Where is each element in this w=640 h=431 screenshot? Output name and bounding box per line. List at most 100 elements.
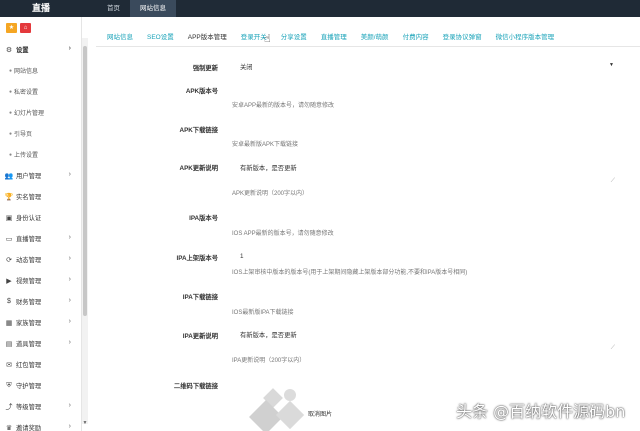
brand-logo[interactable]: 直播 [0,0,82,17]
apk-desc-label: APK更新说明 [179,165,218,172]
force-update-label: 强制更新 [192,65,218,72]
sidebar-sub-upload[interactable]: ● 上传设置 [0,144,81,165]
sidebar-item-realname[interactable]: 🏆 实名管理 [0,186,81,207]
force-update-select[interactable]: 关闭 ▼ [232,60,616,73]
gift-icon: ♛ [5,424,13,431]
quick-buttons: ★ ⌂ [0,17,81,39]
tab-app-version[interactable]: APP版本管理 [181,30,234,46]
trophy-icon: 🏆 [4,193,14,201]
resize-grip-icon[interactable]: ⟋ [611,178,615,185]
dot-icon: ● [9,88,13,95]
watermark: 头条 @百纳软件源码bn [456,402,626,421]
ipa-download-help: IOS最新版IPA下载链接 [232,310,294,316]
dot-icon: ● [9,151,13,158]
sidebar-item-redpacket[interactable]: ✉ 红包管理 [0,354,81,375]
sidebar-item-finance[interactable]: $ 财务管理 › [0,291,81,312]
tab-divider [96,46,640,47]
sidebar-item-invite[interactable]: ♛ 邀请奖励 › [0,417,81,431]
ipa-desc-textarea[interactable]: 有新版本，是否更新 ⟋ [232,327,616,353]
qrcode-upload-area[interactable]: 取消图片 [200,383,440,431]
chevron-right-icon: › [68,171,71,178]
sidebar-item-label: 实名管理 [16,194,42,201]
ipa-shelf-version-label: IPA上架版本号 [176,255,218,262]
sidebar-item-users[interactable]: 👥 用户管理 › [0,165,81,186]
sidebar-item-settings[interactable]: ⚙ 设置 › [0,39,81,60]
ipa-version-label: IPA版本号 [189,215,218,222]
topnav-site-info[interactable]: 网站信息 [130,0,176,17]
chevron-right-icon: › [68,276,71,283]
sidebar-item-label: 设置 [16,47,29,54]
force-update-value: 关闭 [240,64,253,71]
family-icon: ▦ [5,319,13,327]
chevron-right-icon: › [68,318,71,325]
home-icon[interactable]: ⌂ [20,23,31,33]
sidebar-item-label: 红包管理 [16,362,42,369]
image-placeholder-icon [284,389,296,401]
gears-icon: ⚙ [5,46,13,54]
sidebar-sub-guide[interactable]: ● 引导页 [0,123,81,144]
ipa-version-help: IOS APP最新的版本号，请勿随意修改 [232,231,334,237]
sidebar-sub-privacy[interactable]: ● 私密设置 [0,81,81,102]
ipa-download-input[interactable] [232,291,616,303]
cancel-image-link[interactable]: 取消图片 [308,409,332,418]
monitor-icon: ▭ [5,235,13,243]
apk-desc-value: 有新版本，是否更新 [240,165,297,172]
sidebar-item-label: 身份认证 [16,215,42,222]
hand-cursor-icon: ☝ [264,33,271,45]
sidebar-sub-label: 上传设置 [14,153,39,159]
star-icon[interactable]: ★ [6,23,17,33]
chevron-right-icon: › [68,402,71,409]
shield-icon: ⛨ [6,381,12,389]
id-card-icon: ▣ [5,214,13,222]
ipa-desc-help: IPA更新说明（200字以内） [232,358,306,364]
apk-desc-textarea[interactable]: 有新版本，是否更新 ⟋ [232,160,616,186]
apk-version-help: 安卓APP最新的版本号，请勿随意修改 [232,103,335,109]
sidebar-item-identity[interactable]: ▣ 身份认证 [0,207,81,228]
sidebar-sub-label: 网站信息 [14,69,39,75]
image-placeholder-icon [275,400,305,430]
sidebar-item-props[interactable]: ▤ 道具管理 › [0,333,81,354]
tab-seo[interactable]: SEO设置 [140,30,181,46]
sidebar-item-label: 家族管理 [16,320,42,327]
sidebar-item-guard[interactable]: ⛨ 守护管理 [0,375,81,396]
resize-grip-icon[interactable]: ⟋ [611,345,615,352]
tab-login-agreement[interactable]: 登录协议弹窗 [436,30,489,46]
sidebar-item-level[interactable]: ⤴ 等级管理 › [0,396,81,417]
dollar-icon: $ [7,298,11,305]
tab-live[interactable]: 直播管理 [314,30,354,46]
apk-download-input[interactable] [232,124,616,136]
ipa-version-input[interactable] [232,212,616,224]
tab-share[interactable]: 分享设置 [274,30,314,46]
tab-wechat-miniapp[interactable]: 微信小程序版本管理 [489,30,562,46]
apk-download-help: 安卓最新版APK下载链接 [232,142,299,148]
topnav-home[interactable]: 首页 [97,0,130,17]
sidebar-sub-label: 私密设置 [14,90,39,96]
sidebar-item-label: 用户管理 [16,173,42,180]
ipa-shelf-version-input[interactable]: 1 [240,253,244,260]
sidebar-item-label: 视频管理 [16,278,42,285]
sidebar-item-label: 财务管理 [16,299,42,306]
apk-download-label: APK下载链接 [179,127,218,134]
chevron-right-icon: › [68,339,71,346]
sidebar-item-label: 道具管理 [16,341,42,348]
sidebar-item-label: 守护管理 [16,383,42,390]
sidebar-item-video[interactable]: ▶ 视频管理 › [0,270,81,291]
sidebar-item-live[interactable]: ▭ 直播管理 › [0,228,81,249]
sidebar-sub-slides[interactable]: ● 幻灯片管理 [0,102,81,123]
dot-icon: ● [9,109,13,116]
sidebar-item-moments[interactable]: ⟳ 动态管理 › [0,249,81,270]
sidebar-item-family[interactable]: ▦ 家族管理 › [0,312,81,333]
apk-version-label: APK版本号 [185,88,218,95]
chevron-right-icon: › [68,297,71,304]
sidebar-scroll-thumb[interactable] [83,46,87,316]
tools-icon: ▤ [5,340,13,348]
sidebar-item-label: 动态管理 [16,257,42,264]
ipa-desc-value: 有新版本，是否更新 [240,332,297,339]
scroll-down-icon[interactable]: ▼ [82,420,88,426]
sidebar-sub-label: 引导页 [14,132,33,138]
tab-paid-content[interactable]: 付费内容 [396,30,436,46]
apk-version-input[interactable] [232,85,616,97]
tab-site-info[interactable]: 网站信息 [100,30,140,46]
sidebar-sub-site-info[interactable]: ● 网站信息 [0,60,81,81]
tab-beauty[interactable]: 美颜/萌颜 [354,30,396,46]
